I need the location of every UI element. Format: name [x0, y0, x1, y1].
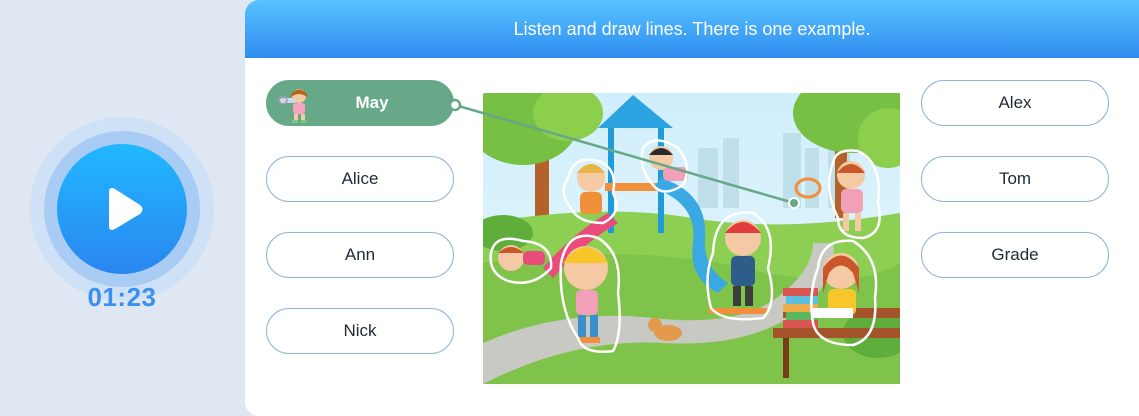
instruction-header: Listen and draw lines. There is one exam… — [245, 0, 1139, 58]
name-label: Ann — [344, 245, 376, 264]
girl-avatar-icon — [278, 89, 307, 123]
name-label: Grade — [991, 245, 1039, 264]
audio-timer: 01:23 — [87, 282, 157, 312]
name-button-ann[interactable]: Ann — [266, 232, 454, 278]
name-button-grade[interactable]: Grade — [921, 232, 1109, 278]
name-label: May — [355, 93, 389, 112]
name-button-tom[interactable]: Tom — [921, 156, 1109, 202]
name-button-alice[interactable]: Alice — [266, 156, 454, 202]
name-label: Alice — [341, 169, 379, 188]
name-label: Nick — [343, 321, 377, 340]
name-button-alex[interactable]: Alex — [921, 80, 1109, 126]
name-button-nick[interactable]: Nick — [266, 308, 454, 354]
name-label: Tom — [998, 169, 1032, 188]
play-icon — [109, 188, 143, 230]
playground-scene — [483, 93, 900, 384]
name-button-may[interactable]: May — [266, 80, 454, 126]
play-button[interactable] — [57, 144, 187, 274]
activity-card: Listen and draw lines. There is one exam… — [245, 0, 1139, 416]
name-label: Alex — [998, 93, 1032, 112]
